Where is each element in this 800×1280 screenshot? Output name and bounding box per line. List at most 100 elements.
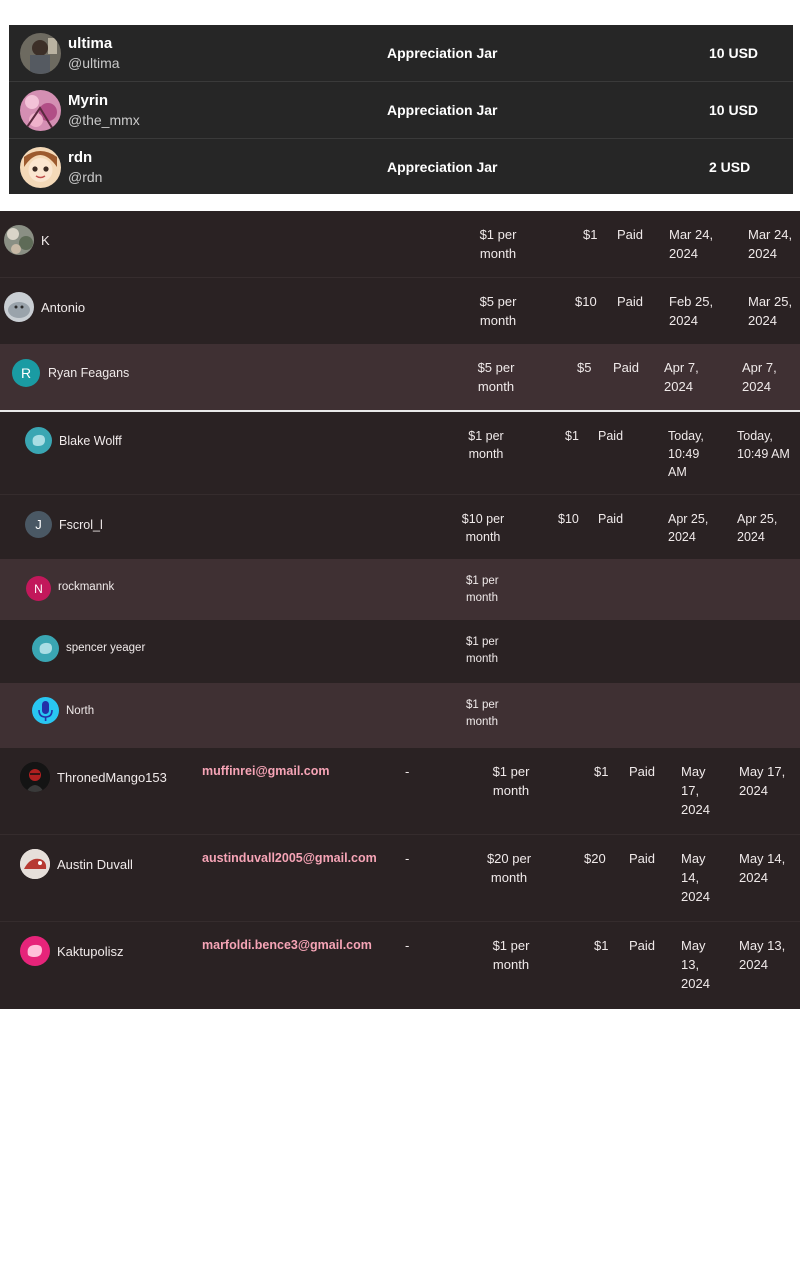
supporter-handle: @rdn (68, 169, 103, 185)
member-name: spencer yeager (66, 642, 146, 654)
supporter-handle: @ultima (68, 55, 120, 71)
blob-icon (32, 635, 59, 662)
note-placeholder: - (405, 938, 410, 953)
supporter-name: rdn (68, 149, 93, 166)
status: Paid (598, 429, 624, 443)
table-row[interactable]: North $1 per month (0, 683, 800, 748)
price: $1 per month (466, 699, 499, 728)
end-date: Apr 25, 2024 (737, 512, 778, 544)
table-row[interactable]: Myrin @the_mmx Appreciation Jar 10 USD (9, 82, 793, 139)
member-name: Kaktupolisz (57, 944, 124, 959)
supporter-name: Myrin (68, 92, 109, 109)
price: $5 per month (477, 360, 515, 394)
price: $1 per month (479, 227, 517, 261)
tier-name: Appreciation Jar (387, 159, 498, 175)
end-date: Mar 25, 2024 (748, 294, 793, 328)
table-row[interactable]: J Fscrol_l $10 per month $10 Paid Apr 25… (0, 495, 800, 559)
member-name: rockmannk (58, 581, 115, 593)
start-date: Apr 7, 2024 (664, 360, 699, 394)
member-email[interactable]: marfoldi.bence3@gmail.com (202, 936, 372, 955)
tier-name: Appreciation Jar (387, 102, 498, 118)
table-row[interactable]: ultima @ultima Appreciation Jar 10 USD (9, 25, 793, 82)
supporters-jar-table: ultima @ultima Appreciation Jar 10 USD M… (9, 25, 793, 194)
table-row[interactable]: Blake Wolff $1 per month $1 Paid Today, … (0, 412, 800, 495)
amount: 10 USD (709, 102, 759, 118)
tier-name: Appreciation Jar (387, 45, 498, 61)
blob-icon (25, 427, 52, 454)
member-name: Ryan Feagans (48, 366, 130, 380)
member-name: Blake Wolff (59, 434, 122, 448)
blob-icon (20, 936, 50, 966)
status: Paid (629, 764, 656, 779)
memberships-table-b: Blake Wolff $1 per month $1 Paid Today, … (0, 412, 800, 748)
end-date: Mar 24, 2024 (748, 227, 793, 261)
supporter-name: ultima (68, 35, 113, 52)
start-date: Mar 24, 2024 (669, 227, 714, 261)
end-date: Today, 10:49 AM (737, 429, 790, 461)
avatar (20, 90, 61, 131)
member-name: Antonio (41, 300, 86, 315)
start-date: May 17, 2024 (681, 764, 710, 817)
table-row[interactable]: K $1 per month $1 Paid Mar 24, 2024 Mar … (0, 211, 800, 278)
status: Paid (629, 851, 656, 866)
status: Paid (617, 294, 644, 309)
end-date: Apr 7, 2024 (742, 360, 777, 394)
avatar: J (25, 511, 52, 538)
amount: $5 (577, 360, 592, 375)
price: $1 per month (466, 575, 499, 604)
amount: $20 (584, 851, 606, 866)
status: Paid (613, 360, 640, 375)
amount: $10 (558, 512, 579, 526)
start-date: Feb 25, 2024 (669, 294, 714, 328)
member-name: Fscrol_l (59, 518, 103, 532)
start-date: May 13, 2024 (681, 938, 710, 991)
price: $20 per month (486, 851, 532, 885)
table-row[interactable]: R Ryan Feagans $5 per month $5 Paid Apr … (0, 344, 800, 411)
status: Paid (598, 512, 624, 526)
price: $10 per month (461, 512, 505, 544)
table-row[interactable]: ThronedMango153 muffinrei@gmail.com - $1… (0, 748, 800, 835)
table-row[interactable]: spencer yeager $1 per month (0, 620, 800, 683)
start-date: May 14, 2024 (681, 851, 710, 904)
amount: $1 (594, 764, 609, 779)
price: $5 per month (479, 294, 517, 328)
amount: $1 (583, 227, 598, 242)
note-placeholder: - (405, 764, 410, 779)
table-row[interactable]: Austin Duvall austinduvall2005@gmail.com… (0, 835, 800, 922)
end-date: May 14, 2024 (739, 851, 786, 885)
price: $1 per month (492, 938, 530, 972)
avatar (4, 225, 34, 255)
table-row[interactable]: Kaktupolisz marfoldi.bence3@gmail.com - … (0, 922, 800, 1009)
member-email[interactable]: austinduvall2005@gmail.com (202, 849, 377, 868)
memberships-table-c: ThronedMango153 muffinrei@gmail.com - $1… (0, 748, 800, 1009)
amount: $1 (594, 938, 609, 953)
start-date: Apr 25, 2024 (668, 512, 709, 544)
member-name: North (66, 705, 95, 717)
table-row[interactable]: N rockmannk $1 per month (0, 559, 800, 620)
avatar (20, 147, 61, 188)
note-placeholder: - (405, 851, 410, 866)
member-name: K (41, 233, 50, 248)
price: $1 per month (466, 636, 499, 665)
table-row[interactable]: Antonio $5 per month $10 Paid Feb 25, 20… (0, 278, 800, 344)
member-name: Austin Duvall (57, 857, 133, 872)
end-date: May 13, 2024 (739, 938, 786, 972)
avatar (4, 292, 34, 322)
supporter-handle: @the_mmx (68, 112, 140, 128)
price: $1 per month (492, 764, 530, 798)
table-row[interactable]: rdn @rdn Appreciation Jar 2 USD (9, 139, 793, 196)
start-date: Today, 10:49 AM (668, 429, 704, 479)
amount: 10 USD (709, 45, 759, 61)
avatar (20, 762, 50, 792)
memberships-table-a: K $1 per month $1 Paid Mar 24, 2024 Mar … (0, 211, 800, 411)
avatar: R (12, 359, 40, 387)
avatar: N (26, 576, 51, 601)
price: $1 per month (468, 429, 504, 461)
avatar (20, 849, 50, 879)
end-date: May 17, 2024 (739, 764, 786, 798)
amount: $1 (565, 429, 579, 443)
member-email[interactable]: muffinrei@gmail.com (202, 762, 329, 781)
status: Paid (617, 227, 644, 242)
status: Paid (629, 938, 656, 953)
amount: 2 USD (709, 159, 751, 175)
